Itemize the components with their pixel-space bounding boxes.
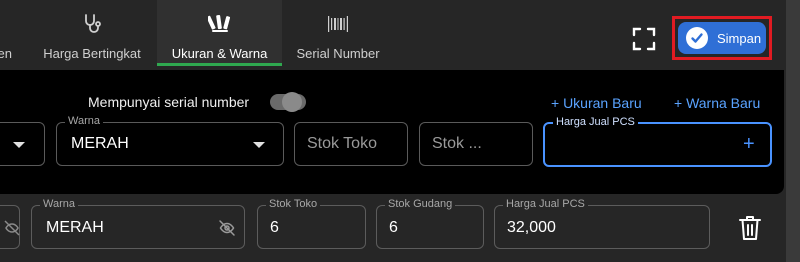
- size-select[interactable]: [0, 122, 45, 166]
- variant-color-legend: Warna: [40, 198, 78, 210]
- scrollbar-track[interactable]: [786, 0, 800, 262]
- active-tab-indicator: [157, 63, 282, 66]
- color-legend: Warna: [65, 115, 103, 127]
- size-field-partial: [0, 205, 20, 249]
- variant-color-field: Warna MERAH: [31, 198, 245, 249]
- tab-partial[interactable]: en: [0, 0, 20, 66]
- save-highlight: Simpan: [672, 16, 772, 60]
- chevron-down-icon: [253, 142, 265, 148]
- serial-toggle-label: Mempunyai serial number: [88, 94, 250, 110]
- variant-store-stock-legend: Stok Toko: [266, 198, 321, 210]
- save-button-label: Simpan: [717, 30, 762, 46]
- store-stock-placeholder: Stok Toko: [307, 135, 377, 152]
- variant-store-stock-value: 6: [270, 219, 279, 236]
- variant-store-stock-field[interactable]: Stok Toko 6: [257, 198, 366, 249]
- variant-warehouse-stock-field[interactable]: Stok Gudang 6: [376, 198, 484, 249]
- color-value: MERAH: [71, 135, 129, 152]
- check-circle-icon: [686, 27, 708, 49]
- variant-price-value: 32,000: [507, 219, 556, 236]
- add-size-link[interactable]: + Ukuran Baru: [551, 95, 642, 111]
- color-select[interactable]: Warna MERAH: [56, 115, 284, 166]
- save-button[interactable]: Simpan: [678, 22, 766, 54]
- trash-icon[interactable]: [738, 215, 762, 241]
- warehouse-stock-input[interactable]: Stok ...: [419, 122, 533, 166]
- add-icon[interactable]: +: [743, 133, 755, 156]
- tab-ukuran-warna[interactable]: Ukuran & Warna: [157, 0, 282, 66]
- fullscreen-icon[interactable]: [631, 26, 657, 52]
- barcode-icon: [328, 16, 348, 32]
- tab-serial-number[interactable]: Serial Number: [286, 0, 390, 66]
- warehouse-stock-placeholder: Stok ...: [432, 135, 482, 152]
- color-swatch-icon: [207, 14, 230, 32]
- stethoscope-icon: [85, 14, 101, 33]
- variant-price-field[interactable]: Harga Jual PCS 32,000: [494, 198, 710, 249]
- variant-warehouse-stock-value: 6: [389, 219, 398, 236]
- serial-number-toggle[interactable]: [270, 92, 306, 112]
- tab-label: Ukuran & Warna: [171, 46, 268, 61]
- tab-harga-bertingkat[interactable]: Harga Bertingkat: [30, 0, 154, 66]
- eye-off-icon: [4, 220, 20, 236]
- tab-label: Harga Bertingkat: [43, 46, 141, 61]
- variant-warehouse-stock-legend: Stok Gudang: [385, 198, 456, 210]
- price-legend: Harga Jual PCS: [553, 116, 638, 128]
- tab-label: en: [0, 46, 12, 61]
- eye-off-icon[interactable]: [218, 219, 236, 237]
- add-color-link[interactable]: + Warna Baru: [674, 95, 760, 111]
- price-input[interactable]: Harga Jual PCS +: [543, 116, 772, 167]
- variant-price-legend: Harga Jual PCS: [503, 198, 588, 210]
- tab-label: Serial Number: [296, 46, 380, 61]
- variant-color-value: MERAH: [46, 219, 104, 236]
- chevron-down-icon: [13, 142, 25, 148]
- store-stock-input[interactable]: Stok Toko: [294, 122, 408, 166]
